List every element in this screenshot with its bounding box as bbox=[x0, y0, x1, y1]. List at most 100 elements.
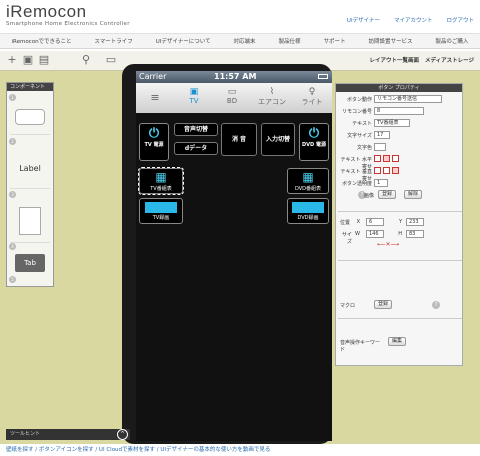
link-ratio-icon[interactable]: ⟵✕⟶ bbox=[374, 242, 402, 248]
tv-icon: ▣ bbox=[189, 87, 199, 97]
phone-tab-bar: ≡ ▣ TV ▭ BD ⌇ エアコン ♀ ライト bbox=[136, 83, 332, 113]
w-label: W bbox=[355, 231, 360, 237]
h-label: H bbox=[398, 231, 402, 237]
brand-name: iRemocon bbox=[6, 2, 87, 21]
input-switch-button[interactable]: 入力切替 bbox=[261, 123, 295, 156]
align-bottom-icon[interactable] bbox=[392, 167, 399, 174]
link-my-account[interactable]: マイアカウント bbox=[394, 16, 433, 24]
tv-program-button[interactable]: ▦ TV番組表 bbox=[138, 167, 184, 195]
w-input[interactable]: 146 bbox=[366, 230, 384, 238]
font-size-label: 文字サイズ bbox=[347, 133, 372, 139]
text-color-label: 文字色 bbox=[356, 145, 372, 151]
button-properties-panel: ボタン プロパティ ボタン動作 リモコン番号送信 リモコン番号 8 テキスト T… bbox=[335, 83, 463, 366]
align-left-icon[interactable] bbox=[374, 155, 381, 162]
text-label: テキスト bbox=[352, 121, 372, 127]
font-size-stepper[interactable]: 17 bbox=[374, 131, 390, 139]
footer-links[interactable]: 壁紙を探す / ボタンアイコンを探す / UI Cloudで素材を探す / UI… bbox=[6, 445, 270, 453]
brand-tagline: Smartphone Home Electronics Controller bbox=[6, 21, 130, 27]
save-as-icon[interactable]: ▤ bbox=[38, 54, 50, 66]
button-shape-icon bbox=[15, 109, 45, 125]
voice-keyword-label: 音声操作キーワード bbox=[340, 340, 381, 353]
tab-bd[interactable]: ▭ BD bbox=[214, 83, 250, 113]
main-nav: iRemoconでできること スマートライフ UIデザイナーについて 対応端末 … bbox=[0, 33, 480, 49]
nav-item-support[interactable]: サポート bbox=[323, 37, 345, 45]
bd-icon: ▭ bbox=[227, 87, 237, 97]
tab-light[interactable]: ♀ ライト bbox=[294, 83, 330, 113]
voice-edit-button[interactable]: 編集 bbox=[388, 337, 406, 346]
divider bbox=[338, 260, 462, 261]
document-icon[interactable]: ▭ bbox=[105, 54, 117, 66]
palette-item-label[interactable]: Label bbox=[10, 149, 50, 189]
bulb-icon: ♀ bbox=[308, 87, 316, 97]
image-register-button[interactable]: 登録 bbox=[378, 190, 396, 199]
tab-media-storage[interactable]: メディアストレージ bbox=[425, 56, 474, 64]
palette-item-button[interactable] bbox=[10, 105, 50, 135]
dvd-power-button[interactable]: ⏻ DVD 電源 bbox=[299, 123, 329, 161]
macro-register-button[interactable]: 登録 bbox=[374, 300, 392, 309]
link-logout[interactable]: ログアウト bbox=[446, 16, 474, 24]
nav-item-install[interactable]: 訪問設置サービス bbox=[368, 37, 412, 45]
palette-number: 3 bbox=[9, 191, 16, 198]
nav-item-devices[interactable]: 対応端末 bbox=[234, 37, 256, 45]
nav-item-spec[interactable]: 製品仕様 bbox=[279, 37, 301, 45]
align-top-icon[interactable] bbox=[374, 167, 381, 174]
save-icon[interactable]: ▣ bbox=[22, 54, 34, 66]
nav-item-about[interactable]: iRemoconでできること bbox=[11, 37, 71, 45]
size-label: サイズ bbox=[341, 232, 352, 245]
y-input[interactable]: 233 bbox=[406, 218, 424, 226]
menu-icon[interactable]: ≡ bbox=[140, 83, 170, 113]
nav-item-purchase[interactable]: 製品のご購入 bbox=[435, 37, 468, 45]
action-select[interactable]: リモコン番号送信 bbox=[374, 95, 442, 103]
image-remove-button[interactable]: 解除 bbox=[404, 190, 422, 199]
sound-switch-button[interactable]: 音声切替 bbox=[174, 123, 218, 136]
remote-no-label: リモコン番号 bbox=[341, 109, 372, 115]
nav-item-ui-designer[interactable]: UIデザイナーについて bbox=[156, 37, 211, 45]
recorder-icon bbox=[145, 202, 177, 213]
align-middle-icon[interactable] bbox=[383, 167, 390, 174]
d-data-button[interactable]: dデータ bbox=[174, 142, 218, 155]
recorder-icon bbox=[292, 202, 324, 213]
opacity-stepper[interactable]: 1 bbox=[374, 179, 388, 187]
properties-title: ボタン プロパティ bbox=[336, 84, 462, 92]
align-center-icon[interactable] bbox=[383, 155, 390, 162]
palette-item-tab[interactable]: Tab bbox=[10, 251, 50, 277]
macro-label: マクロ bbox=[340, 303, 356, 309]
help-icon[interactable]: ? bbox=[432, 301, 440, 309]
tool-hint-bar: ツールヒント bbox=[6, 429, 130, 440]
x-input[interactable]: 6 bbox=[366, 218, 384, 226]
tv-record-button[interactable]: TV録画 bbox=[139, 198, 183, 224]
divider bbox=[338, 211, 462, 212]
mute-button[interactable]: 消 音 bbox=[221, 123, 257, 156]
tab-layout-list[interactable]: レイアウト一覧画面 bbox=[369, 56, 419, 64]
top-links: UIデザイナー マイアカウント ログアウト bbox=[347, 16, 474, 24]
divider bbox=[338, 318, 462, 319]
tv-power-button[interactable]: ⏻ TV 電源 bbox=[139, 123, 169, 161]
dvd-program-button[interactable]: ▦ DVD番組表 bbox=[287, 168, 329, 194]
align-right-icon[interactable] bbox=[392, 155, 399, 162]
y-label: Y bbox=[398, 219, 402, 225]
tab-tv[interactable]: ▣ TV bbox=[176, 83, 212, 113]
h-input[interactable]: 83 bbox=[406, 230, 424, 238]
action-label: ボタン動作 bbox=[346, 97, 372, 103]
text-color-picker[interactable] bbox=[374, 143, 386, 151]
grid-icon: ▦ bbox=[302, 170, 314, 184]
component-palette: コンポーネント 1 2 Label 3 4 Tab 5 bbox=[6, 82, 54, 287]
text-input[interactable]: TV番組表 bbox=[374, 119, 410, 127]
palette-number: 4 bbox=[9, 243, 16, 250]
brand-logo[interactable]: iRemocon Smartphone Home Electronics Con… bbox=[6, 2, 130, 28]
link-ui-designer[interactable]: UIデザイナー bbox=[347, 16, 380, 24]
add-icon[interactable]: + bbox=[6, 54, 18, 66]
remote-no-select[interactable]: 8 bbox=[374, 107, 424, 115]
palette-number: 5 bbox=[9, 276, 16, 283]
battery-icon bbox=[318, 74, 328, 79]
nav-item-smartlife[interactable]: スマートライフ bbox=[94, 37, 132, 45]
thermometer-icon: ⌇ bbox=[269, 87, 275, 97]
palette-title: コンポーネント bbox=[7, 83, 53, 91]
tab-aircon[interactable]: ⌇ エアコン bbox=[252, 83, 292, 113]
zoom-icon[interactable]: ⚲ bbox=[80, 54, 92, 66]
power-icon: ⏻ bbox=[148, 126, 160, 141]
grid-icon: ▦ bbox=[155, 170, 167, 184]
dvd-record-button[interactable]: DVD録画 bbox=[287, 198, 329, 224]
palette-item-image[interactable] bbox=[10, 201, 50, 243]
chevron-up-icon[interactable]: ⌃ bbox=[117, 429, 128, 440]
